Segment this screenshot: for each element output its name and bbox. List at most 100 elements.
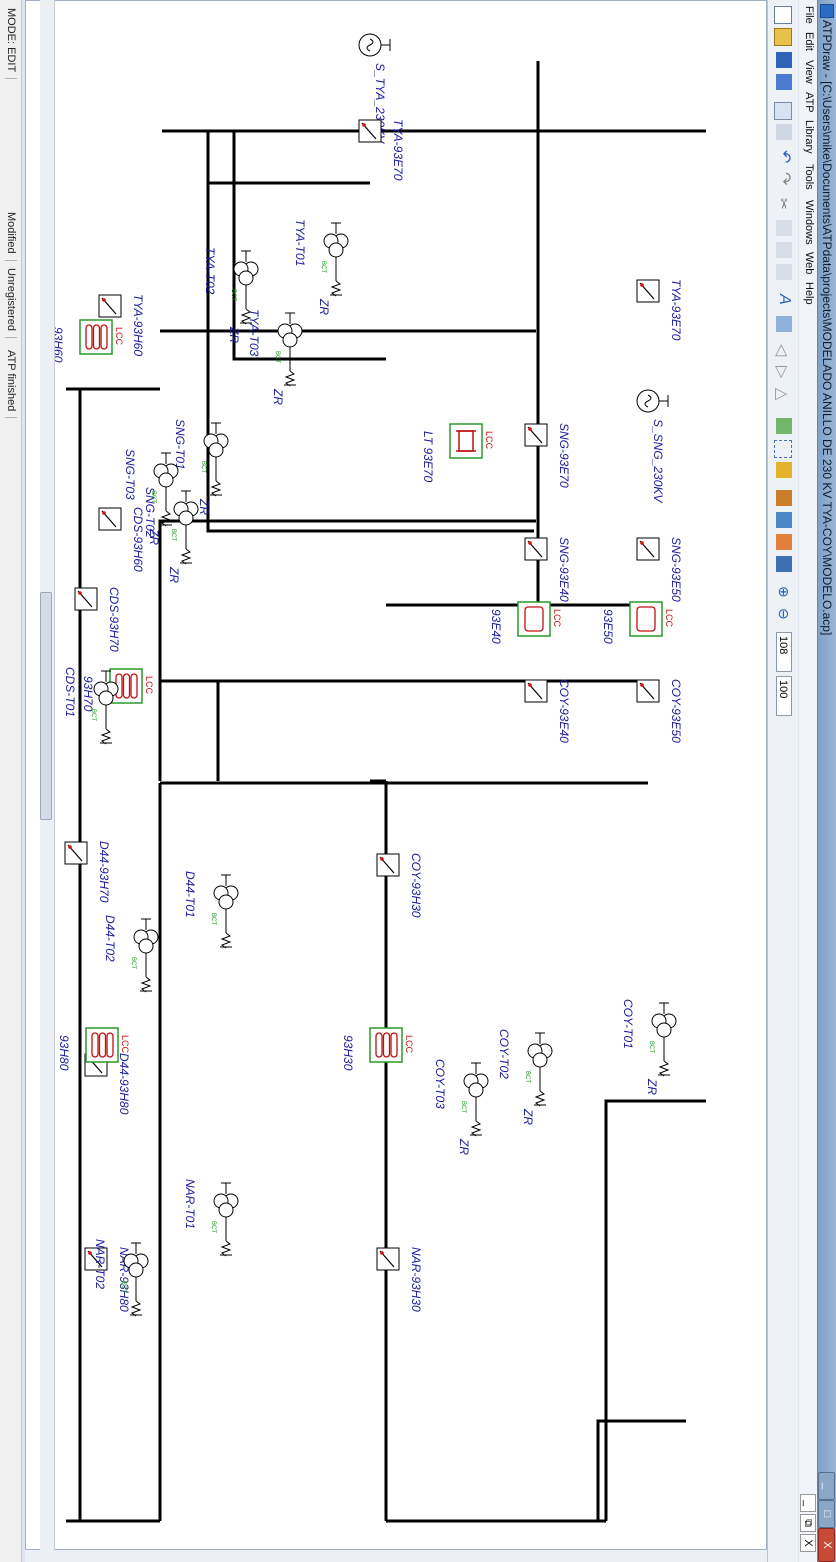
- switch-contact: [528, 683, 532, 687]
- transformer-label: TYA-T03: [247, 309, 261, 357]
- edit-pen-icon[interactable]: [776, 534, 792, 550]
- switch-sw-cds-9370[interactable]: [74, 587, 98, 611]
- transformer-nar-t01: [213, 1182, 239, 1257]
- switch-contact: [362, 123, 366, 127]
- status-mode: MODE: EDIT: [5, 2, 17, 80]
- data-icon[interactable]: [776, 512, 792, 528]
- transformer-winding-icon: [468, 1082, 484, 1098]
- horizontal-scrollbar[interactable]: [40, 0, 55, 1550]
- zoom-out-icon[interactable]: ⊖: [776, 608, 792, 624]
- transformer-label: SNG-T01: [173, 419, 187, 470]
- line-ln-9350[interactable]: [629, 601, 663, 637]
- switch-label: TYA-93E70: [391, 119, 405, 181]
- close-button[interactable]: X: [818, 1528, 835, 1562]
- redo-icon[interactable]: ↷: [776, 172, 793, 188]
- switch-sw-cds-9360[interactable]: [98, 507, 122, 531]
- line-ln-9340[interactable]: [517, 601, 551, 637]
- import-icon[interactable]: [774, 102, 792, 120]
- bct-tag: BCT: [274, 351, 280, 363]
- plot-icon[interactable]: [776, 556, 792, 572]
- switch-sw-sng-9340[interactable]: [524, 537, 548, 561]
- text-tool-icon[interactable]: A: [776, 294, 793, 310]
- bct-tag: BCT: [170, 529, 176, 541]
- transformer-winding-icon: [328, 242, 344, 258]
- switch-sw-tya-9370[interactable]: [636, 279, 660, 303]
- switch-label: COY-93H30: [409, 853, 423, 918]
- source-label: S_SNG_230KV: [651, 419, 665, 503]
- mdi-close-button[interactable]: X: [800, 1534, 816, 1552]
- switch-sw-sng-9370[interactable]: [524, 423, 548, 447]
- open-folder-icon[interactable]: [774, 28, 792, 46]
- atpdraw-window: ATPDraw - [C:\Users\mike\Documents\ATPda…: [0, 0, 836, 1562]
- switch-sw-coy-9340[interactable]: [524, 679, 548, 703]
- rotate-left-icon[interactable]: ◁: [773, 344, 792, 360]
- lcc-conductor: [85, 324, 93, 350]
- circuit-canvas[interactable]: S_TYA_230KV S_SNG_230KV TYA-93E70 SNG-93E70…: [25, 0, 767, 1550]
- switch-label: SNG-93E70: [557, 423, 571, 488]
- mdi-minimize-button[interactable]: _: [800, 1494, 816, 1512]
- line-ln-9370[interactable]: [449, 423, 483, 459]
- switch-sw-tya-9360[interactable]: [98, 294, 122, 318]
- rotate-right-icon[interactable]: ▷: [773, 366, 792, 382]
- switch-sw-coy-9350[interactable]: [636, 679, 660, 703]
- paste-icon[interactable]: [776, 242, 792, 258]
- switch-label: TYA-93E70: [669, 279, 683, 341]
- transformer-label: NAR-T02: [93, 1239, 107, 1289]
- fit-view-icon[interactable]: [774, 440, 792, 458]
- menu-view[interactable]: View: [803, 60, 815, 84]
- transformer-winding-icon: [218, 1202, 234, 1218]
- lcc-conductor: [382, 1032, 391, 1058]
- run-atp-icon[interactable]: [776, 490, 792, 506]
- menu-tools[interactable]: Tools: [803, 164, 815, 190]
- switch-sw-sng-9350[interactable]: [636, 537, 660, 561]
- line-ln-9380[interactable]: [85, 1027, 119, 1063]
- menu-edit[interactable]: Edit: [803, 32, 815, 51]
- minimize-button[interactable]: _: [818, 1472, 835, 1500]
- undo-icon[interactable]: ↶: [776, 150, 793, 166]
- lcc-tag: LCC: [664, 609, 674, 628]
- copy-icon[interactable]: [776, 220, 792, 236]
- switch-sw-coy-9330[interactable]: [376, 853, 400, 877]
- switch-contact: [640, 683, 644, 687]
- save-icon[interactable]: [776, 52, 792, 68]
- lcc-tag: LCC: [552, 609, 562, 628]
- new-file-icon[interactable]: [774, 6, 792, 24]
- transformer-label: NAR-T01: [183, 1179, 197, 1229]
- menu-web[interactable]: Web: [803, 252, 815, 274]
- save-all-icon[interactable]: [776, 74, 792, 90]
- horizontal-scroll-thumb[interactable]: [40, 592, 52, 820]
- mdi-restore-button[interactable]: ⧉: [800, 1514, 816, 1532]
- switch-label: COY-93E40: [557, 679, 571, 743]
- duplicate-icon[interactable]: [776, 264, 792, 280]
- flip-icon[interactable]: △: [773, 388, 792, 404]
- maximize-button[interactable]: □: [818, 1500, 835, 1528]
- zoom-step-select[interactable]: 100: [776, 676, 792, 716]
- bct-tag: BCT: [130, 957, 136, 969]
- export-icon[interactable]: [776, 124, 792, 140]
- menu-library[interactable]: Library: [803, 120, 815, 154]
- switch-sw-nar-9330[interactable]: [376, 1247, 400, 1271]
- menu-file[interactable]: File: [803, 6, 815, 24]
- refresh-icon[interactable]: [776, 418, 792, 434]
- switch-sw-d44-9370[interactable]: [64, 841, 88, 865]
- transformer-label: CDS-T01: [63, 667, 77, 717]
- line-ln-9360[interactable]: [79, 319, 113, 355]
- line-ln-9330[interactable]: [369, 1027, 403, 1063]
- cut-icon[interactable]: ✂: [776, 198, 792, 214]
- bct-tag: BCT: [200, 461, 206, 473]
- resistor-icon: [140, 976, 152, 993]
- title-bar[interactable]: ATPDraw - [C:\Users\mike\Documents\ATPda…: [817, 0, 836, 1562]
- select-all-icon[interactable]: [776, 316, 792, 332]
- zoom-in-icon[interactable]: ⊕: [776, 586, 792, 602]
- transformer-tya-t03: [277, 312, 303, 387]
- circuit-diagram: S_TYA_230KVS_SNG_230KVTYA-93E70SNG-93E70…: [51, 33, 706, 1523]
- lcc-cable: [524, 606, 544, 632]
- zoom-level-select[interactable]: 108: [776, 632, 792, 672]
- vertical-scrollbar[interactable]: [25, 1550, 767, 1562]
- menu-atp[interactable]: ATP: [803, 92, 815, 113]
- lock-icon[interactable]: [776, 462, 792, 478]
- resistor-label: ZR: [645, 1078, 659, 1095]
- switch-sw-tya-9370[interactable]: [358, 119, 382, 143]
- menu-windows[interactable]: Windows: [803, 200, 815, 245]
- menu-help[interactable]: Help: [803, 282, 815, 305]
